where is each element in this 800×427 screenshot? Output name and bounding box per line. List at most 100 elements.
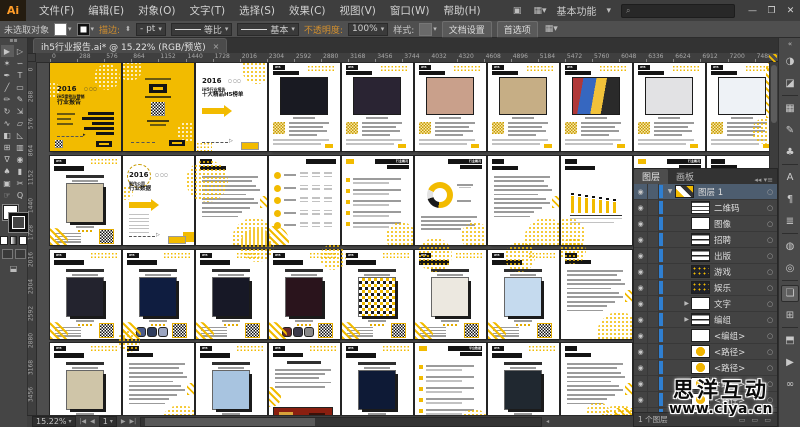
paintbrush-tool[interactable]: ✏ — [1, 93, 14, 105]
opacity-label[interactable]: 不透明度: — [304, 23, 343, 36]
stroke-weight-field[interactable]: - pt▾ — [136, 23, 166, 36]
visibility-toggle[interactable]: ◉ — [634, 184, 648, 199]
layer-thumbnail[interactable] — [691, 361, 710, 374]
style-swatch[interactable] — [419, 23, 432, 36]
layer-name[interactable]: <路径> — [714, 346, 763, 358]
layer-name[interactable]: 出版 — [714, 250, 763, 262]
menu-item-2[interactable]: 对象(O) — [131, 3, 182, 18]
rotate-tool[interactable]: ↻ — [1, 105, 14, 117]
visibility-toggle[interactable]: ◉ — [634, 232, 648, 247]
type-tool[interactable]: T — [14, 69, 27, 81]
previous-artboard-button[interactable]: ◀ — [90, 418, 95, 425]
stroke-swatch[interactable] — [9, 213, 28, 232]
tools-panel-grip[interactable]: ▪▪ — [0, 38, 27, 45]
layer-row-11[interactable]: ◉<路径>○ — [634, 360, 777, 376]
lock-toggle[interactable] — [648, 296, 659, 311]
target-circle-icon[interactable]: ○ — [763, 188, 777, 196]
lock-toggle[interactable] — [648, 360, 659, 375]
artboard-r1c5[interactable]: iH5 — [342, 62, 413, 151]
menu-item-7[interactable]: 窗口(W) — [383, 3, 437, 18]
zoom-tool[interactable]: Q — [14, 189, 27, 201]
target-circle-icon[interactable]: ○ — [763, 332, 777, 340]
layer-name[interactable]: 编组 — [714, 314, 763, 326]
lasso-tool[interactable]: ∽ — [14, 57, 27, 69]
horizontal-scroll-thumb[interactable] — [145, 418, 315, 426]
transform-panel-icon[interactable]: ⬒ — [781, 332, 799, 349]
layer-row-7[interactable]: ◉▶文字○ — [634, 296, 777, 312]
layer-thumbnail[interactable] — [691, 265, 710, 278]
artboard-tool[interactable]: ▣ — [1, 177, 14, 189]
layer-row-8[interactable]: ◉▶编组○ — [634, 312, 777, 328]
column-graph-tool[interactable]: ▮ — [14, 165, 27, 177]
artboard-r1c3[interactable]: 2016 ◯ ◯◯ iH5行业报告 十大精品H5榜单 ▷ — [196, 62, 267, 151]
paragraph-styles-panel-icon[interactable]: ≣ — [781, 213, 799, 230]
expand-arrow-icon[interactable]: ▼ — [665, 188, 675, 195]
artboard-r1c8[interactable]: iH5 — [561, 62, 632, 151]
panel-menu-icon[interactable]: ◂◂ ▾≡ — [754, 176, 777, 184]
layer-thumbnail[interactable] — [691, 297, 710, 310]
layer-name[interactable]: 二维码 — [714, 202, 763, 214]
restore-button[interactable]: ❐ — [762, 6, 781, 16]
visibility-toggle[interactable]: ◉ — [634, 216, 648, 231]
mesh-tool[interactable]: ⊞ — [1, 141, 14, 153]
visibility-toggle[interactable]: ◉ — [634, 312, 648, 327]
next-artboard-button[interactable]: ▶ — [121, 418, 126, 425]
target-circle-icon[interactable]: ○ — [763, 268, 777, 276]
layer-thumbnail[interactable] — [691, 329, 710, 342]
brush-definition-select[interactable]: 基本▾ — [237, 23, 299, 36]
visibility-toggle[interactable]: ◉ — [634, 296, 648, 311]
document-tab[interactable]: ih5行业报告.ai* @ 15.22% (RGB/预览) × — [33, 38, 227, 53]
target-circle-icon[interactable]: ○ — [763, 364, 777, 372]
bridge-icon[interactable]: ▣ — [511, 6, 524, 16]
ruler-corner[interactable] — [27, 53, 36, 62]
close-button[interactable]: ✕ — [781, 6, 800, 16]
target-circle-icon[interactable]: ○ — [763, 284, 777, 292]
scroll-right-arrow-icon[interactable]: ◂ — [546, 418, 549, 425]
layer-row-2[interactable]: ◉图像○ — [634, 216, 777, 232]
artboard-r1c7[interactable]: iH5 — [488, 62, 559, 151]
pen-tool[interactable]: ✒ — [1, 69, 14, 81]
lock-toggle[interactable] — [648, 264, 659, 279]
menu-item-6[interactable]: 视图(V) — [333, 3, 383, 18]
layer-thumbnail[interactable] — [691, 281, 710, 294]
rectangle-tool[interactable]: ▭ — [14, 81, 27, 93]
layer-name[interactable]: 游戏 — [714, 266, 763, 278]
fill-color-swatch[interactable] — [54, 23, 67, 36]
artboard-r1c6[interactable]: iH5 — [415, 62, 486, 151]
layer-name[interactable]: 图像 — [714, 218, 763, 230]
lock-toggle[interactable] — [648, 216, 659, 231]
zoom-level-select[interactable]: 15.22%▾ — [32, 416, 76, 427]
target-circle-icon[interactable]: ○ — [763, 316, 777, 324]
minimize-button[interactable]: — — [743, 6, 762, 16]
menu-item-5[interactable]: 效果(C) — [282, 3, 333, 18]
layer-name[interactable]: 招聘 — [714, 234, 763, 246]
vertical-scroll-thumb[interactable] — [771, 65, 777, 123]
menu-item-0[interactable]: 文件(F) — [32, 3, 81, 18]
color-guide-panel-icon[interactable]: ◍ — [781, 238, 799, 255]
artboard-r2c5[interactable]: 行业概况 — [342, 156, 413, 245]
draw-normal-button[interactable] — [2, 249, 13, 259]
visibility-toggle[interactable]: ◉ — [634, 248, 648, 263]
pencil-tool[interactable]: ✎ — [14, 93, 27, 105]
color-panel-icon[interactable]: ◑ — [781, 53, 799, 70]
artboard-r3c2[interactable]: iH5 — [123, 250, 194, 339]
visibility-toggle[interactable]: ◉ — [634, 280, 648, 295]
fill-chevron-icon[interactable]: ▾ — [68, 25, 72, 33]
expand-arrow-icon[interactable]: ▶ — [665, 300, 691, 307]
layer-thumbnail[interactable] — [691, 345, 710, 358]
layer-row-5[interactable]: ◉游戏○ — [634, 264, 777, 280]
artboard-r3c5[interactable]: iH5 — [342, 250, 413, 339]
symbol-sprayer-tool[interactable]: ♠ — [1, 165, 14, 177]
artboard-r1c4[interactable]: iH5 — [269, 62, 340, 151]
menu-item-8[interactable]: 帮助(H) — [437, 3, 488, 18]
vertical-ruler[interactable]: 0288576864115214401728201623042592288031… — [27, 62, 37, 415]
menu-item-3[interactable]: 文字(T) — [183, 3, 233, 18]
opacity-field[interactable]: 100%▾ — [348, 23, 388, 36]
target-circle-icon[interactable]: ○ — [763, 252, 777, 260]
stroke-stepper[interactable]: ⬍ — [125, 25, 131, 33]
expand-panels-icon[interactable]: « — [788, 38, 792, 50]
character-panel-icon[interactable]: A — [781, 169, 799, 186]
layer-thumbnail[interactable] — [691, 313, 710, 326]
lock-toggle[interactable] — [648, 232, 659, 247]
none-button[interactable] — [19, 236, 27, 245]
